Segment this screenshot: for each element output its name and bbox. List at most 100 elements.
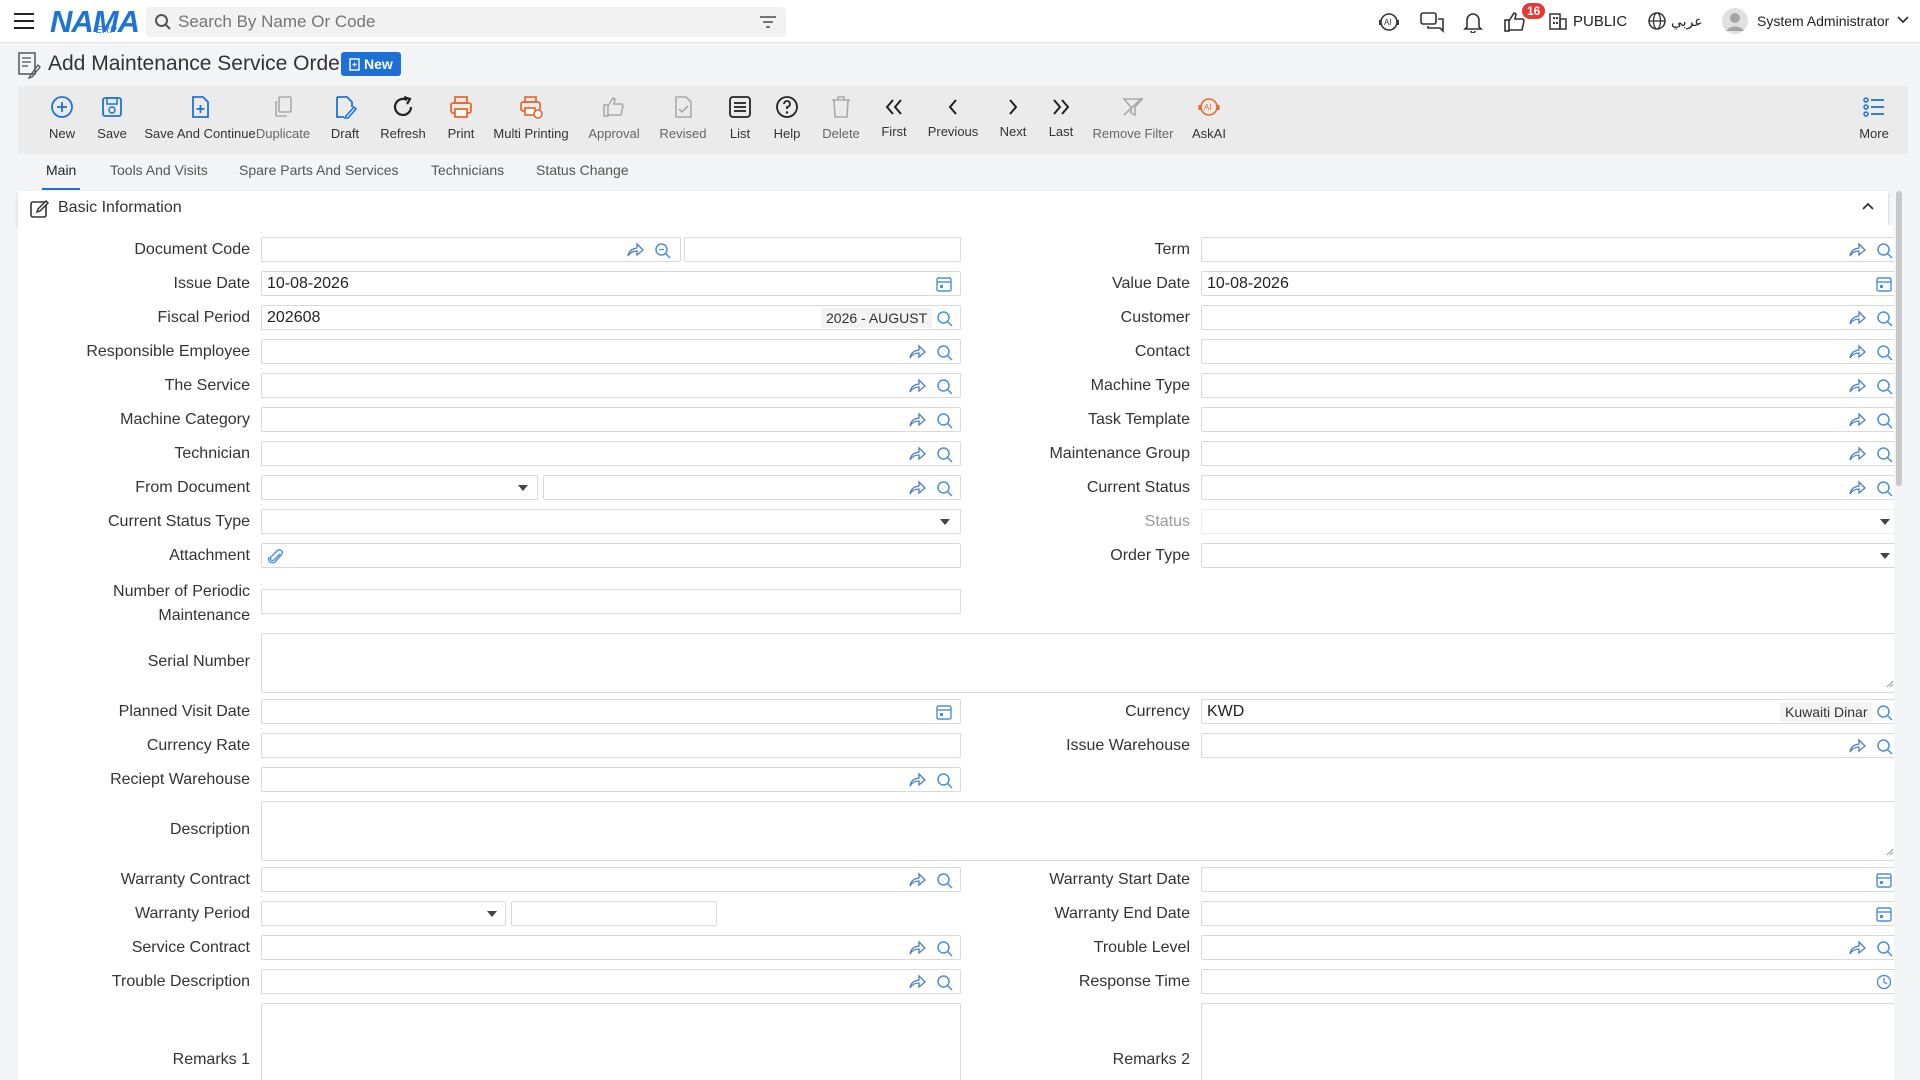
share-arrow-icon[interactable] (1848, 310, 1866, 326)
share-arrow-icon[interactable] (908, 446, 926, 462)
search-icon[interactable] (1876, 378, 1894, 396)
filter-icon[interactable] (760, 15, 776, 29)
avatar[interactable] (1722, 8, 1748, 34)
search-icon[interactable] (654, 242, 672, 260)
currency-input[interactable]: KWD Kuwaiti Dinar (1201, 699, 1894, 724)
the-service-input[interactable] (261, 373, 961, 398)
service-contract-input[interactable] (261, 935, 961, 960)
tab-spare-parts-and-services[interactable]: Spare Parts And Services (239, 162, 399, 190)
company-label[interactable]: PUBLIC (1573, 13, 1627, 30)
chat-icon[interactable] (1420, 11, 1444, 33)
remarks-1-textarea[interactable] (261, 1003, 961, 1080)
scrollbar-thumb[interactable] (1896, 191, 1902, 486)
search-input[interactable] (178, 12, 738, 32)
document-code-input[interactable] (261, 237, 681, 262)
current-status-input[interactable] (1201, 475, 1894, 500)
serial-number-textarea[interactable] (261, 633, 1894, 693)
number-of-periodic-maintenance-input[interactable] (261, 589, 961, 614)
user-name[interactable]: System Administrator (1757, 13, 1889, 29)
share-arrow-icon[interactable] (1848, 738, 1866, 754)
share-arrow-icon[interactable] (1848, 378, 1866, 394)
share-arrow-icon[interactable] (1848, 940, 1866, 956)
tab-status-change[interactable]: Status Change (536, 162, 629, 190)
remarks-2-textarea[interactable] (1201, 1003, 1894, 1080)
search-icon[interactable] (936, 378, 954, 396)
multi-printing-button[interactable]: Multi Printing (493, 86, 569, 154)
askai-button[interactable]: AI AskAI (1179, 86, 1239, 154)
print-button[interactable]: Print (431, 86, 491, 154)
language-switch[interactable]: عربي (1671, 13, 1703, 30)
technician-input[interactable] (261, 441, 961, 466)
search-icon[interactable] (936, 974, 954, 992)
share-arrow-icon[interactable] (1848, 412, 1866, 428)
share-arrow-icon[interactable] (908, 344, 926, 360)
approval-button[interactable]: Approval (584, 86, 644, 154)
planned-visit-date-input[interactable] (261, 699, 961, 724)
calendar-icon[interactable] (1876, 276, 1892, 292)
warranty-period-input[interactable] (511, 901, 717, 926)
task-template-input[interactable] (1201, 407, 1894, 432)
basic-information-section[interactable]: Basic Information (18, 191, 1888, 225)
bell-icon[interactable] (1463, 11, 1483, 33)
share-arrow-icon[interactable] (908, 772, 926, 788)
share-arrow-icon[interactable] (1848, 344, 1866, 360)
search-icon[interactable] (1876, 412, 1894, 430)
share-arrow-icon[interactable] (1848, 446, 1866, 462)
currency-rate-input[interactable] (261, 733, 961, 758)
share-arrow-icon[interactable] (908, 940, 926, 956)
calendar-icon[interactable] (1876, 872, 1892, 888)
search-icon[interactable] (936, 872, 954, 890)
menu-icon[interactable] (14, 13, 34, 29)
app-logo[interactable]: NAMA (50, 4, 140, 40)
share-arrow-icon[interactable] (1848, 480, 1866, 496)
company-icon[interactable] (1548, 11, 1568, 31)
search-icon[interactable] (1876, 940, 1894, 958)
tab-technicians[interactable]: Technicians (431, 162, 504, 190)
chevron-down-icon[interactable] (1897, 16, 1909, 24)
share-arrow-icon[interactable] (908, 974, 926, 990)
save-and-continue-button[interactable]: Save And Continue (144, 86, 256, 154)
search-icon[interactable] (1876, 344, 1894, 362)
globe-icon[interactable] (1647, 11, 1667, 31)
warranty-end-date-input[interactable] (1201, 901, 1894, 926)
first-button[interactable]: First (864, 86, 924, 154)
search-icon[interactable] (1876, 480, 1894, 498)
warranty-start-date-input[interactable] (1201, 867, 1894, 892)
previous-button[interactable]: Previous (923, 86, 983, 154)
warranty-period-unit-select[interactable] (261, 901, 506, 926)
current-status-type-select[interactable] (261, 509, 961, 534)
maintenance-group-input[interactable] (1201, 441, 1894, 466)
order-type-select[interactable] (1201, 543, 1894, 568)
reciept-warehouse-input[interactable] (261, 767, 961, 792)
clock-icon[interactable] (1876, 974, 1892, 990)
tab-main[interactable]: Main (42, 162, 81, 190)
tab-tools-and-visits[interactable]: Tools And Visits (110, 162, 208, 190)
duplicate-button[interactable]: Duplicate (253, 86, 313, 154)
share-arrow-icon[interactable] (908, 872, 926, 888)
search-icon[interactable] (936, 772, 954, 790)
resize-handle-icon[interactable] (1886, 848, 1894, 856)
remove-filter-button[interactable]: Remove Filter (1093, 86, 1173, 154)
draft-button[interactable]: Draft (315, 86, 375, 154)
revised-button[interactable]: Revised (653, 86, 713, 154)
refresh-button[interactable]: Refresh (373, 86, 433, 154)
from-document-type-select[interactable] (261, 475, 538, 500)
responsible-employee-input[interactable] (261, 339, 961, 364)
trouble-level-input[interactable] (1201, 935, 1894, 960)
resize-handle-icon[interactable] (1886, 680, 1894, 688)
search-icon[interactable] (936, 480, 954, 498)
search-icon[interactable] (1876, 738, 1894, 756)
search-icon[interactable] (936, 310, 954, 328)
share-arrow-icon[interactable] (626, 242, 644, 258)
share-arrow-icon[interactable] (908, 378, 926, 394)
contact-input[interactable] (1201, 339, 1894, 364)
document-code-secondary-input[interactable] (684, 237, 961, 262)
trouble-description-input[interactable] (261, 969, 961, 994)
description-textarea[interactable] (261, 801, 1894, 861)
save-button[interactable]: Save (82, 86, 142, 154)
share-arrow-icon[interactable] (908, 480, 926, 496)
machine-type-input[interactable] (1201, 373, 1894, 398)
machine-category-input[interactable] (261, 407, 961, 432)
page-scrollbar[interactable] (1894, 191, 1904, 1071)
ai-assistant-icon[interactable]: AI (1378, 11, 1400, 33)
